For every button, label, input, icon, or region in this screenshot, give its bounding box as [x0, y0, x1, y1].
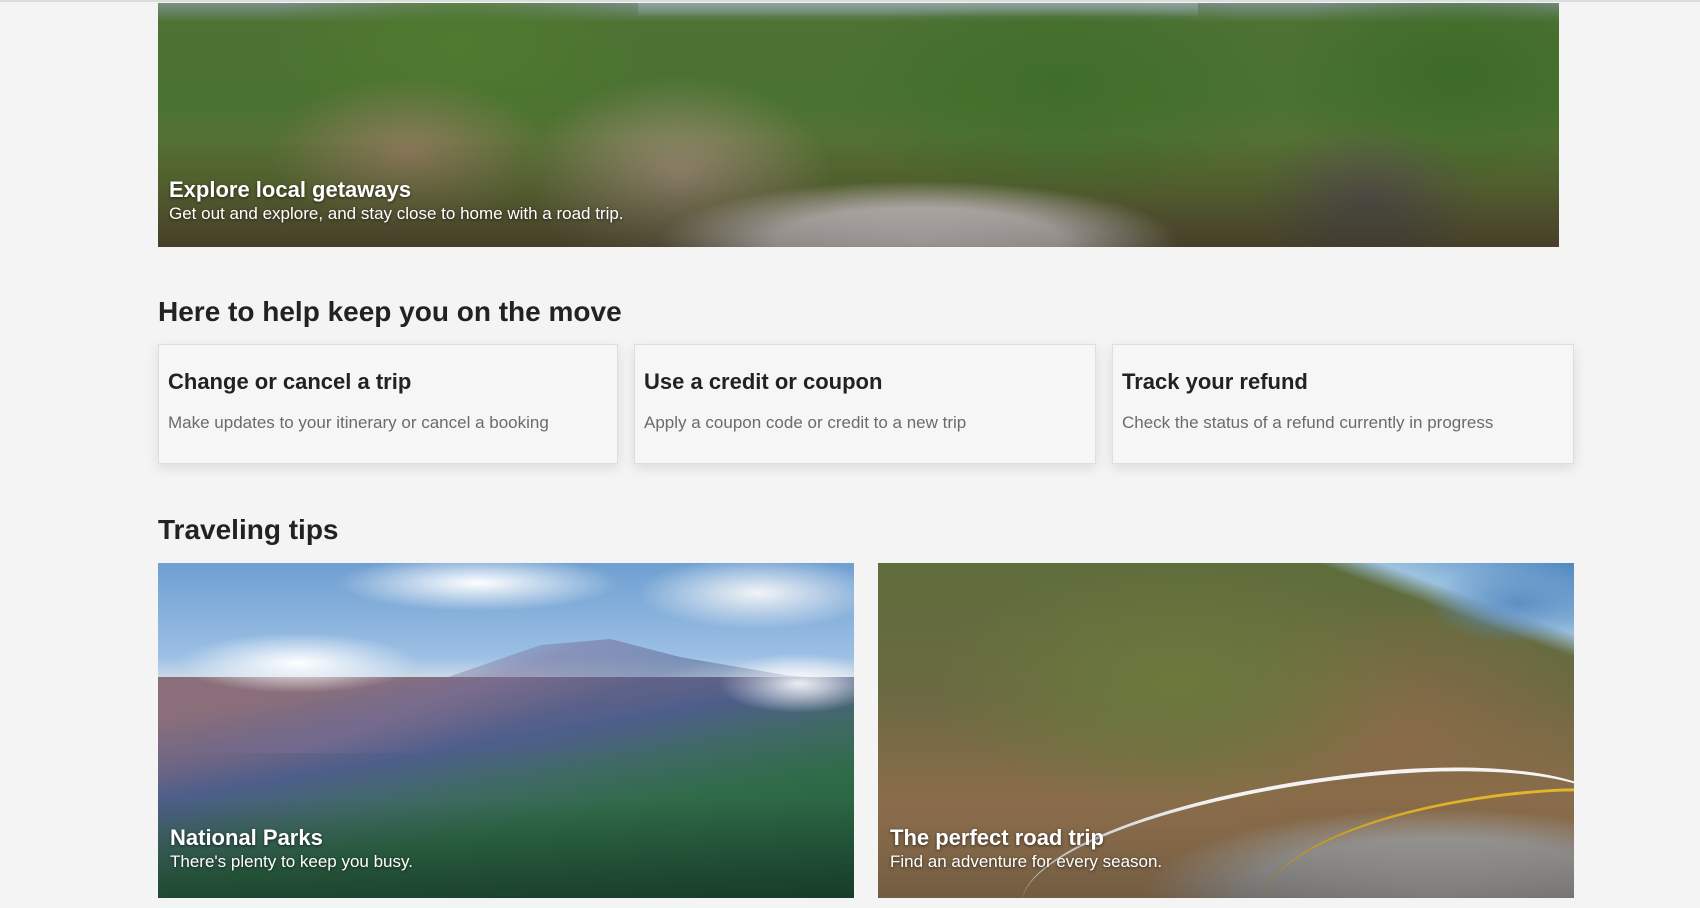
card-caption: The perfect road trip Find an adventure … [890, 825, 1162, 873]
banner-caption: Explore local getaways Get out and explo… [169, 177, 624, 225]
use-credit-coupon-card[interactable]: Use a credit or coupon Apply a coupon co… [634, 344, 1096, 464]
national-parks-card[interactable]: National Parks There's plenty to keep yo… [158, 563, 854, 898]
help-card-title: Change or cancel a trip [168, 369, 412, 394]
card-subtitle: Find an adventure for every season. [890, 852, 1163, 871]
card-subtitle: There's plenty to keep you busy. [170, 852, 413, 871]
card-title: National Parks [170, 825, 323, 850]
help-card-description: Make updates to your itinerary or cancel… [168, 413, 549, 432]
track-refund-card[interactable]: Track your refund Check the status of a … [1112, 344, 1574, 464]
help-card-title: Use a credit or coupon [644, 369, 883, 394]
help-card-title: Track your refund [1122, 369, 1308, 394]
help-section-heading: Here to help keep you on the move [158, 296, 622, 327]
explore-getaways-banner[interactable]: Explore local getaways Get out and explo… [158, 3, 1559, 247]
banner-subtitle: Get out and explore, and stay close to h… [169, 204, 624, 223]
card-caption: National Parks There's plenty to keep yo… [170, 825, 413, 873]
banner-title: Explore local getaways [169, 177, 412, 202]
help-cards: Change or cancel a trip Make updates to … [158, 344, 1574, 466]
help-card-description: Apply a coupon code or credit to a new t… [644, 413, 967, 432]
top-divider [0, 0, 1700, 2]
road-trip-card[interactable]: The perfect road trip Find an adventure … [878, 563, 1574, 898]
tips-section-heading: Traveling tips [158, 514, 339, 545]
card-title: The perfect road trip [890, 825, 1104, 850]
change-cancel-trip-card[interactable]: Change or cancel a trip Make updates to … [158, 344, 618, 464]
help-card-description: Check the status of a refund currently i… [1122, 413, 1494, 432]
